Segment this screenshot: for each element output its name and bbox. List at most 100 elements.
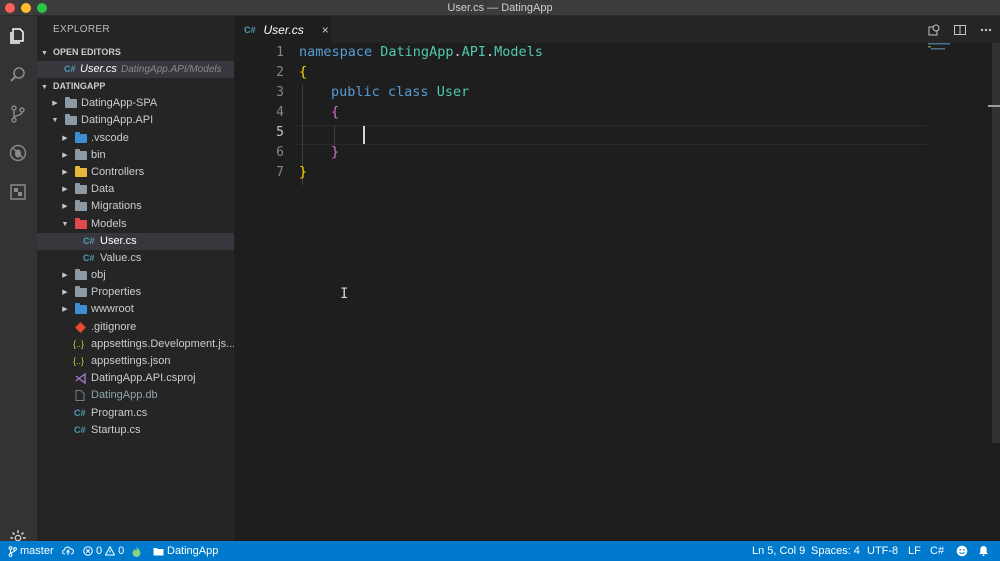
tree-file-csproj[interactable]: DatingApp.API.csproj [37, 370, 234, 387]
title-bar: User.cs — DatingApp [0, 0, 1000, 16]
code-line-7: } [299, 164, 308, 180]
csharp-file-icon: C# [74, 407, 86, 418]
chevron-right-icon: ▶ [62, 168, 68, 176]
punctuation: . [453, 44, 462, 60]
more-actions-icon[interactable] [978, 22, 994, 38]
vertical-scrollbar[interactable] [992, 43, 1000, 443]
maximize-window-button[interactable] [37, 3, 47, 13]
tree-item-label: Controllers [91, 165, 145, 178]
tree-file-program-cs[interactable]: C# Program.cs [37, 405, 234, 422]
tree-folder-bin[interactable]: ▶ bin [37, 147, 234, 164]
open-editors-label: OPEN EDITORS [53, 47, 121, 57]
line-number: 1 [276, 45, 284, 60]
eol-setting[interactable]: LF [908, 541, 921, 561]
notifications-bell-icon[interactable] [978, 541, 989, 561]
chevron-right-icon: ▶ [62, 289, 68, 297]
visual-studio-icon [75, 372, 87, 385]
search-icon[interactable] [7, 64, 29, 86]
tree-item-label: obj [91, 269, 106, 282]
tree-folder-obj[interactable]: ▶ obj [37, 267, 234, 284]
tree-file-startup-cs[interactable]: C# Startup.cs [37, 422, 234, 439]
project-section[interactable]: ▼ DATINGAPP [37, 78, 234, 95]
tree-item-label: Models [91, 217, 127, 230]
open-editors-section[interactable]: ▼ OPEN EDITORS [37, 44, 234, 61]
tree-folder-controllers[interactable]: ▶ Controllers [37, 164, 234, 181]
tree-file-datingapp-db[interactable]: DatingApp.db [37, 387, 234, 404]
namespace-part: DatingApp [380, 44, 454, 60]
project-name: DatingApp [167, 544, 219, 557]
csharp-file-icon: C# [64, 64, 76, 74]
debug-icon[interactable] [7, 142, 29, 164]
cursor-position[interactable]: Ln 5, Col 9 [752, 541, 805, 561]
folder-icon [75, 200, 87, 212]
class-name: User [436, 84, 470, 100]
code-editor[interactable]: 1 2 3 4 5 6 7 namespace DatingApp.API.Mo… [234, 43, 1000, 541]
wwwroot-folder-icon [75, 303, 87, 315]
tree-file-user-cs[interactable]: C# User.cs [37, 232, 234, 250]
chevron-right-icon: ▶ [62, 306, 68, 314]
source-control-icon[interactable] [7, 103, 29, 125]
tree-item-label: Data [91, 183, 115, 196]
tree-folder-datingapp-api[interactable]: ▼ DatingApp.API [37, 112, 234, 129]
tree-folder-datingapp-spa[interactable]: ▶ DatingApp-SPA [37, 95, 234, 112]
tree-file-appsettings-development[interactable]: {..} appsettings.Development.js... [37, 336, 234, 353]
indentation-setting[interactable]: Spaces: 4 [811, 541, 860, 561]
tree-item-label: .vscode [91, 131, 129, 144]
git-branch-item[interactable]: master [8, 541, 54, 561]
open-editor-path: DatingApp.API/Models [121, 64, 222, 75]
close-tab-icon[interactable]: × [322, 23, 329, 37]
tree-folder-vscode[interactable]: ▶ .vscode [37, 130, 234, 147]
keyword-namespace: namespace [299, 44, 373, 60]
indent-guide [334, 125, 335, 145]
tree-item-label: Value.cs [100, 251, 142, 264]
tree-item-label: Startup.cs [91, 423, 141, 436]
open-editor-label: User.cs [80, 63, 117, 75]
files-icon[interactable] [7, 25, 29, 47]
editor-actions [926, 22, 994, 38]
chevron-right-icon: ▶ [62, 186, 68, 194]
tree-file-gitignore[interactable]: .gitignore [37, 319, 234, 336]
folder-open-icon [65, 114, 77, 126]
minimize-window-button[interactable] [21, 3, 31, 13]
language-mode[interactable]: C# [930, 541, 944, 561]
tree-folder-models[interactable]: ▼ Models [37, 216, 234, 233]
tree-folder-data[interactable]: ▶ Data [37, 181, 234, 198]
tree-folder-properties[interactable]: ▶ Properties [37, 284, 234, 301]
code-line-6: } [331, 144, 340, 160]
line-number: 4 [276, 105, 284, 120]
split-editor-icon[interactable] [952, 22, 968, 38]
tree-item-label: DatingApp.API [81, 114, 154, 127]
tree-item-label: appsettings.json [91, 355, 171, 367]
encoding-setting[interactable]: UTF-8 [867, 541, 898, 561]
line-number: 3 [276, 85, 284, 100]
extensions-icon[interactable] [7, 181, 29, 203]
current-line-highlight [294, 125, 927, 145]
project-selector[interactable]: DatingApp [153, 541, 218, 561]
feedback-smiley-icon[interactable] [956, 541, 968, 561]
problems-indicator[interactable]: 0 0 [83, 541, 124, 561]
tab-user-cs[interactable]: C# User.cs × [234, 16, 330, 43]
tree-item-label: User.cs [100, 234, 137, 247]
omnisharp-flame-icon[interactable] [132, 541, 141, 561]
text-cursor [363, 126, 365, 144]
tree-folder-wwwroot[interactable]: ▶ wwwroot [37, 301, 234, 318]
chevron-right-icon: ▶ [52, 100, 58, 108]
tree-item-label: Program.cs [91, 406, 148, 419]
tree-item-label: DatingApp.API.csproj [91, 372, 196, 385]
folder-icon [75, 183, 87, 195]
csharp-file-icon: C# [83, 235, 95, 246]
tree-item-label: DatingApp-SPA [81, 97, 158, 110]
chevron-right-icon: ▶ [62, 203, 68, 211]
window-controls [5, 3, 47, 13]
json-file-icon: {..} [73, 356, 85, 366]
minimap[interactable] [928, 43, 988, 63]
open-editor-item-user-cs[interactable]: C# User.cs DatingApp.API/Models [37, 61, 234, 79]
open-changes-icon[interactable] [926, 22, 942, 38]
line-number: 2 [276, 65, 284, 80]
tree-file-value-cs[interactable]: C# Value.cs [37, 250, 234, 267]
tree-file-appsettings-json[interactable]: {..} appsettings.json [37, 353, 234, 370]
sync-icon[interactable] [62, 541, 74, 561]
tree-folder-migrations[interactable]: ▶ Migrations [37, 198, 234, 215]
close-window-button[interactable] [5, 3, 15, 13]
chevron-down-icon: ▼ [51, 117, 59, 125]
